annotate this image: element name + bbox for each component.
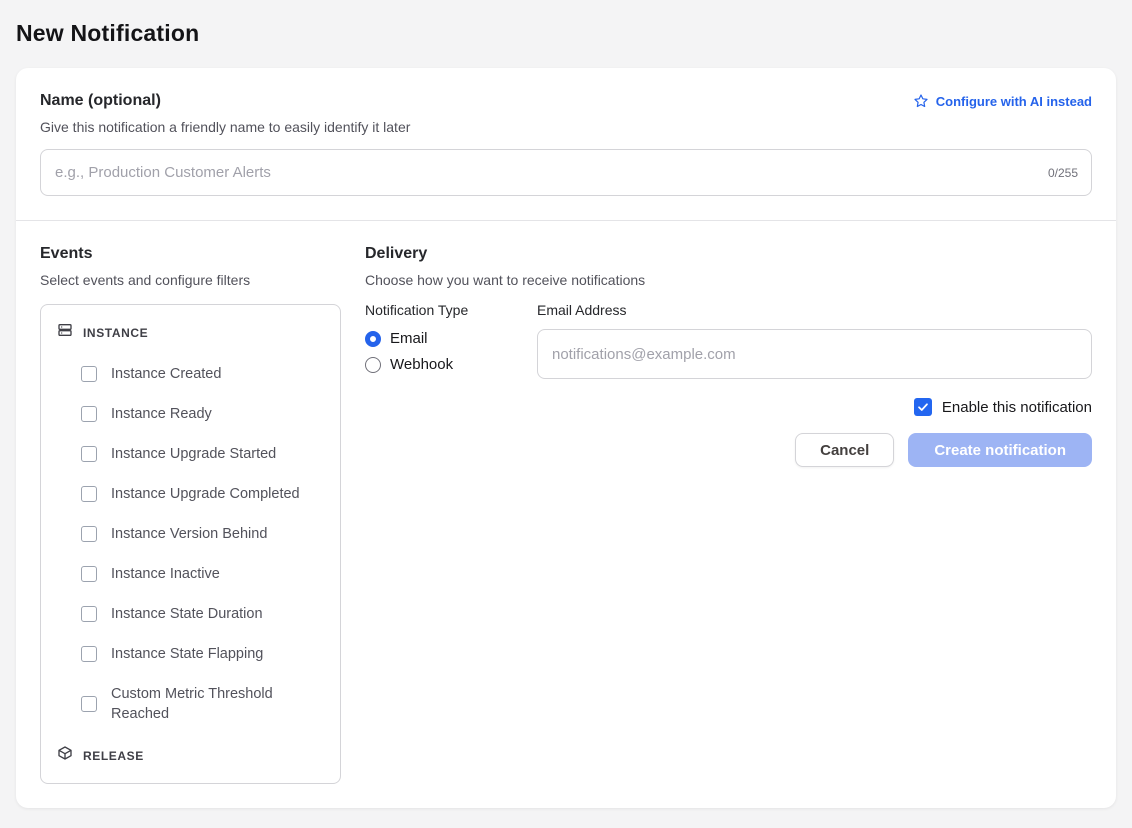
event-item-label: Instance State Flapping — [111, 644, 263, 664]
checkbox-checked[interactable] — [914, 398, 932, 416]
checkbox-unchecked[interactable] — [81, 366, 97, 382]
name-heading: Name (optional) — [40, 92, 161, 110]
event-item-instance-inactive[interactable]: Instance Inactive — [41, 554, 340, 594]
checkbox-unchecked[interactable] — [81, 646, 97, 662]
events-description: Select events and configure filters — [40, 272, 341, 288]
cancel-button[interactable]: Cancel — [795, 433, 894, 467]
configure-ai-link[interactable]: Configure with AI instead — [913, 93, 1092, 109]
name-description: Give this notification a friendly name t… — [40, 119, 1092, 135]
checkbox-unchecked[interactable] — [81, 696, 97, 712]
name-input[interactable] — [40, 149, 1092, 196]
sparkle-star-icon — [913, 93, 929, 109]
create-notification-button[interactable]: Create notification — [908, 433, 1092, 467]
delivery-description: Choose how you want to receive notificat… — [365, 272, 1092, 288]
delivery-heading: Delivery — [365, 245, 1092, 263]
radio-unchecked-icon[interactable] — [365, 357, 381, 373]
event-item-label: Instance Inactive — [111, 564, 220, 584]
event-item-instance-ready[interactable]: Instance Ready — [41, 394, 340, 434]
char-counter: 0/255 — [1048, 166, 1078, 180]
enable-notification-row: Enable this notification — [365, 398, 1092, 416]
radio-option-email[interactable]: Email — [365, 330, 537, 347]
page-title: New Notification — [16, 20, 1116, 47]
section-divider — [16, 220, 1116, 221]
event-item-instance-upgrade-started[interactable]: Instance Upgrade Started — [41, 434, 340, 474]
checkbox-unchecked[interactable] — [81, 606, 97, 622]
event-item-instance-state-duration[interactable]: Instance State Duration — [41, 594, 340, 634]
event-item-instance-version-behind[interactable]: Instance Version Behind — [41, 514, 340, 554]
notification-form-card: Name (optional) Configure with AI instea… — [16, 68, 1116, 808]
checkbox-unchecked[interactable] — [81, 566, 97, 582]
event-item-instance-upgrade-completed[interactable]: Instance Upgrade Completed — [41, 474, 340, 514]
event-item-label: Instance Version Behind — [111, 524, 267, 544]
event-group-release[interactable]: RELEASE — [41, 734, 340, 777]
notification-type-group: Notification Type Email Webhook — [365, 302, 537, 379]
event-item-label: Instance Upgrade Completed — [111, 484, 300, 504]
radio-option-webhook[interactable]: Webhook — [365, 356, 537, 373]
events-heading: Events — [40, 245, 341, 263]
package-icon — [57, 745, 73, 766]
server-icon — [57, 322, 73, 343]
events-tree: INSTANCE Instance Created Instance Ready… — [40, 304, 341, 784]
event-item-label: Instance State Duration — [111, 604, 263, 624]
event-group-instance[interactable]: INSTANCE — [41, 311, 340, 354]
checkbox-unchecked[interactable] — [81, 406, 97, 422]
event-item-label: Instance Upgrade Started — [111, 444, 276, 464]
event-item-instance-state-flapping[interactable]: Instance State Flapping — [41, 634, 340, 674]
event-item-label: Custom Metric Threshold Reached — [111, 684, 324, 724]
enable-notification-label: Enable this notification — [942, 399, 1092, 416]
radio-option-label: Webhook — [390, 356, 453, 373]
event-item-instance-created[interactable]: Instance Created — [41, 354, 340, 394]
form-actions: Cancel Create notification — [365, 433, 1092, 467]
event-item-label: Instance Ready — [111, 404, 212, 424]
name-section: Name (optional) Configure with AI instea… — [40, 92, 1092, 196]
radio-option-label: Email — [390, 330, 428, 347]
events-section: Events Select events and configure filte… — [40, 245, 341, 784]
event-group-label: RELEASE — [83, 749, 144, 763]
page: New Notification Name (optional) Configu… — [0, 0, 1132, 828]
delivery-section: Delivery Choose how you want to receive … — [365, 245, 1092, 467]
email-address-group: Email Address — [537, 302, 1092, 379]
event-item-label: Instance Created — [111, 364, 221, 384]
checkbox-unchecked[interactable] — [81, 446, 97, 462]
checkbox-unchecked[interactable] — [81, 486, 97, 502]
configure-ai-link-label: Configure with AI instead — [936, 94, 1092, 109]
event-group-label: INSTANCE — [83, 326, 148, 340]
radio-checked-icon[interactable] — [365, 331, 381, 347]
email-address-input[interactable] — [537, 329, 1092, 379]
email-address-label: Email Address — [537, 302, 1092, 318]
event-item-custom-metric-threshold[interactable]: Custom Metric Threshold Reached — [41, 674, 340, 734]
notification-type-label: Notification Type — [365, 302, 537, 318]
checkbox-unchecked[interactable] — [81, 526, 97, 542]
